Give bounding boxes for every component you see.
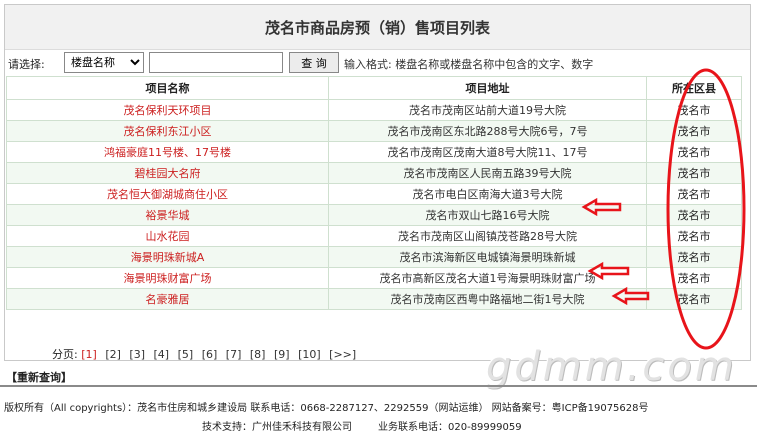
project-address: 茂名市茂南区东北路288号大院6号，7号	[328, 120, 647, 142]
project-name-link[interactable]: 海景明珠新城A	[6, 246, 329, 268]
project-name-link[interactable]: 裕景华城	[6, 204, 329, 226]
project-district: 茂名市	[646, 204, 742, 226]
table-row: 碧桂园大名府 茂名市茂南区人民南五路39号大院 茂名市	[6, 162, 742, 184]
page-link[interactable]: [2]	[105, 348, 121, 361]
page-link[interactable]: [>>]	[329, 348, 356, 361]
table-row: 海景明珠财富广场 茂名市高新区茂名大道1号海景明珠财富广场 茂名市	[6, 267, 742, 289]
table-row: 茂名保利东江小区 茂名市茂南区东北路288号大院6号，7号 茂名市	[6, 120, 742, 142]
footer-copyright: 版权所有（All copyrights）：茂名市住房和城乡建设局 联系电话：06…	[4, 403, 649, 414]
page-link[interactable]: [7]	[226, 348, 242, 361]
page-link[interactable]: [10]	[298, 348, 321, 361]
project-district: 茂名市	[646, 288, 742, 310]
header-district: 所在区县	[646, 76, 742, 100]
project-address: 茂名市高新区茂名大道1号海景明珠财富广场	[328, 267, 647, 289]
search-field-select[interactable]: 楼盘名称	[64, 52, 144, 73]
project-district: 茂名市	[646, 225, 742, 247]
page-link[interactable]: [5]	[178, 348, 194, 361]
search-button[interactable]: 查 询	[289, 52, 339, 73]
project-district: 茂名市	[646, 246, 742, 268]
page-link[interactable]: [1]	[81, 348, 97, 361]
project-district: 茂名市	[646, 183, 742, 205]
project-name-link[interactable]: 茂名保利天环项目	[6, 99, 329, 121]
page-link[interactable]: [4]	[154, 348, 170, 361]
table-row: 海景明珠新城A 茂名市滨海新区电城镇海景明珠新城 茂名市	[6, 246, 742, 268]
project-district: 茂名市	[646, 162, 742, 184]
project-address: 茂名市双山七路16号大院	[328, 204, 647, 226]
search-bar: 请选择: 楼盘名称 查 询 输入格式: 楼盘名称或楼盘名称中包含的文字、数字	[6, 51, 741, 75]
project-address: 茂名市滨海新区电城镇海景明珠新城	[328, 246, 647, 268]
footer-business-phone: 业务联系电话：020-89999059	[378, 422, 522, 433]
page-link[interactable]: [3]	[129, 348, 145, 361]
table-row: 裕景华城 茂名市双山七路16号大院 茂名市	[6, 204, 742, 226]
site-watermark: gdmm.com	[486, 344, 737, 390]
header-project-address: 项目地址	[328, 76, 647, 100]
page-title: 茂名市商品房预（销）售项目列表	[5, 5, 750, 50]
footer-tech-support: 技术支持：广州佳禾科技有限公司	[202, 422, 352, 433]
project-name-link[interactable]: 海景明珠财富广场	[6, 267, 329, 289]
header-project-name: 项目名称	[6, 76, 329, 100]
project-name-link[interactable]: 茂名恒大御湖城商住小区	[6, 183, 329, 205]
requery-link[interactable]: 【重新查询】	[6, 369, 72, 385]
footer-support-line: 技术支持：广州佳禾科技有限公司 业务联系电话：020-89999059	[202, 418, 522, 433]
project-address: 茂名市茂南区山阁镇茂苍路28号大院	[328, 225, 647, 247]
project-address: 茂名市茂南区西粤中路福地二街1号大院	[328, 288, 647, 310]
table-row: 茂名恒大御湖城商住小区 茂名市电白区南海大道3号大院 茂名市	[6, 183, 742, 205]
search-input[interactable]	[149, 52, 283, 73]
project-table: 项目名称 项目地址 所在区县 茂名保利天环项目 茂名市茂南区站前大道19号大院 茂名…	[6, 76, 742, 310]
project-name-link[interactable]: 碧桂园大名府	[6, 162, 329, 184]
project-district: 茂名市	[646, 267, 742, 289]
page-link[interactable]: [6]	[202, 348, 218, 361]
pagination-label: 分页:	[52, 348, 78, 361]
project-address: 茂名市茂南区站前大道19号大院	[328, 99, 647, 121]
page-link[interactable]: [9]	[274, 348, 290, 361]
project-name-link[interactable]: 鸿福豪庭11号楼、17号楼	[6, 141, 329, 163]
table-header-row: 项目名称 项目地址 所在区县	[6, 76, 742, 100]
footer-divider	[0, 385, 757, 387]
table-row: 鸿福豪庭11号楼、17号楼 茂名市茂南区茂南大道8号大院11、17号 茂名市	[6, 141, 742, 163]
project-name-link[interactable]: 茂名保利东江小区	[6, 120, 329, 142]
table-row: 名豪雅居 茂名市茂南区西粤中路福地二街1号大院 茂名市	[6, 288, 742, 310]
table-row: 山水花园 茂名市茂南区山阁镇茂苍路28号大院 茂名市	[6, 225, 742, 247]
project-district: 茂名市	[646, 141, 742, 163]
project-name-link[interactable]: 名豪雅居	[6, 288, 329, 310]
project-district: 茂名市	[646, 120, 742, 142]
search-label: 请选择:	[8, 58, 45, 71]
page-link[interactable]: [8]	[250, 348, 266, 361]
pagination: 分页: [1] [2] [3] [4] [5] [6] [7] [8] [9] …	[52, 346, 361, 362]
table-row: 茂名保利天环项目 茂名市茂南区站前大道19号大院 茂名市	[6, 99, 742, 121]
project-district: 茂名市	[646, 99, 742, 121]
project-address: 茂名市茂南区茂南大道8号大院11、17号	[328, 141, 647, 163]
search-hint: 输入格式: 楼盘名称或楼盘名称中包含的文字、数字	[344, 58, 594, 71]
project-name-link[interactable]: 山水花园	[6, 225, 329, 247]
project-address: 茂名市茂南区人民南五路39号大院	[328, 162, 647, 184]
project-address: 茂名市电白区南海大道3号大院	[328, 183, 647, 205]
